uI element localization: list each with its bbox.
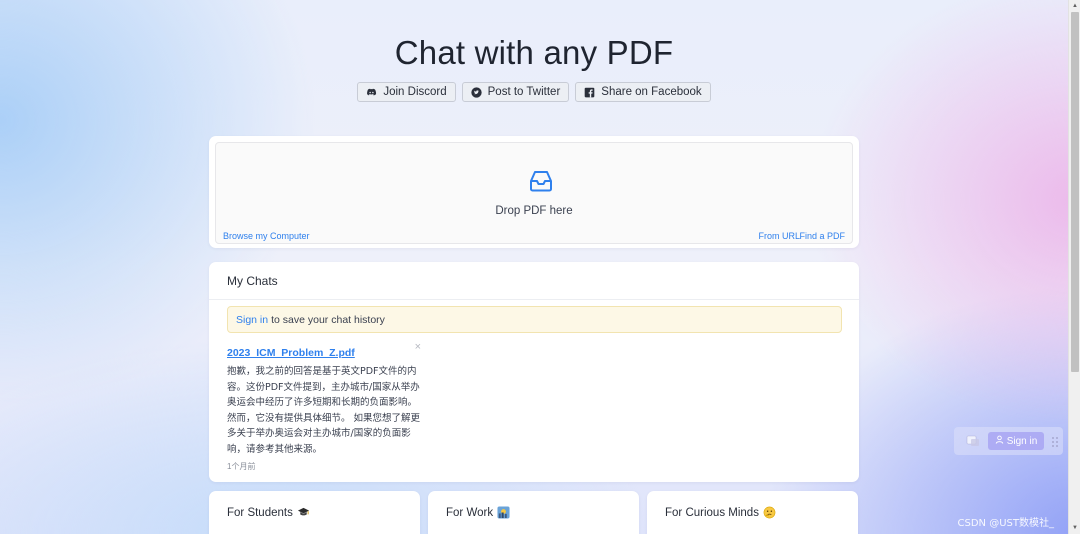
user-icon [995, 435, 1004, 447]
find-pdf-link[interactable]: Find a PDF [799, 231, 845, 241]
chat-timestamp: 1个月前 [227, 462, 256, 471]
share-facebook-button[interactable]: Share on Facebook [575, 82, 711, 102]
scroll-up-arrow-icon[interactable]: ▲ [1071, 2, 1079, 10]
page: Chat with any PDF Join Discord Post to T… [0, 0, 1068, 534]
vertical-scrollbar[interactable]: ▲ ▼ [1068, 0, 1080, 534]
page-title: Chat with any PDF [394, 34, 674, 71]
inbox-icon [527, 167, 555, 195]
my-chats-card: My Chats Sign in to save your chat histo… [209, 262, 859, 482]
work-sunrise-icon [497, 506, 510, 519]
for-work-label: For Work [446, 506, 494, 519]
discord-icon [366, 87, 377, 98]
notice-text: to save your chat history [271, 313, 385, 326]
scroll-down-arrow-icon[interactable]: ▼ [1071, 524, 1079, 532]
chat-item[interactable]: 2023_ICM_Problem_Z.pdf × 抱歉，我之前的回答是基于英文P… [227, 341, 421, 472]
twitter-icon [470, 86, 482, 98]
for-students-label: For Students [227, 506, 293, 519]
share-buttons: Join Discord Post to Twitter Share on Fa… [0, 82, 1068, 102]
facebook-icon [584, 87, 595, 98]
join-discord-label: Join Discord [383, 86, 447, 98]
post-twitter-label: Post to Twitter [487, 86, 561, 98]
post-twitter-button[interactable]: Post to Twitter [461, 82, 570, 102]
pdf-dropzone[interactable]: Drop PDF here Browse my Computer From UR… [215, 142, 853, 244]
for-work-card[interactable]: For Work [428, 491, 639, 534]
chat-title-link[interactable]: 2023_ICM_Problem_Z.pdf [227, 347, 355, 359]
graduation-cap-icon [297, 506, 310, 519]
thinking-face-icon [763, 506, 776, 519]
for-curious-minds-title: For Curious Minds [665, 506, 776, 519]
translate-icon[interactable] [966, 434, 980, 448]
floating-signin-label: Sign in [1006, 435, 1038, 447]
for-work-title: For Work [446, 506, 510, 519]
my-chats-header: My Chats [209, 262, 859, 300]
signin-notice: Sign in to save your chat history [227, 306, 842, 333]
chat-preview-text: 抱歉，我之前的回答是基于英文PDF文件的内容。这份PDF文件提到，主办城市/国家… [227, 366, 421, 455]
from-url-link[interactable]: From URL [758, 231, 800, 241]
watermark: CSDN @UST数模社_ [957, 518, 1054, 529]
share-facebook-label: Share on Facebook [601, 86, 702, 98]
join-discord-button[interactable]: Join Discord [357, 82, 456, 102]
upload-card: Drop PDF here Browse my Computer From UR… [209, 136, 859, 248]
close-icon[interactable]: × [415, 341, 421, 353]
for-curious-minds-label: For Curious Minds [665, 506, 759, 519]
floating-signin-button[interactable]: Sign in [988, 432, 1044, 450]
floating-signin-widget: Sign in [954, 427, 1063, 455]
drag-handle-icon[interactable] [1051, 435, 1059, 447]
for-students-card[interactable]: For Students [209, 491, 420, 534]
notice-signin-link[interactable]: Sign in [236, 314, 268, 326]
for-students-title: For Students [227, 506, 310, 519]
for-curious-minds-card[interactable]: For Curious Minds [647, 491, 858, 534]
scrollbar-thumb[interactable] [1071, 12, 1079, 372]
drop-pdf-text: Drop PDF here [495, 205, 573, 217]
browse-computer-link[interactable]: Browse my Computer [223, 231, 310, 241]
